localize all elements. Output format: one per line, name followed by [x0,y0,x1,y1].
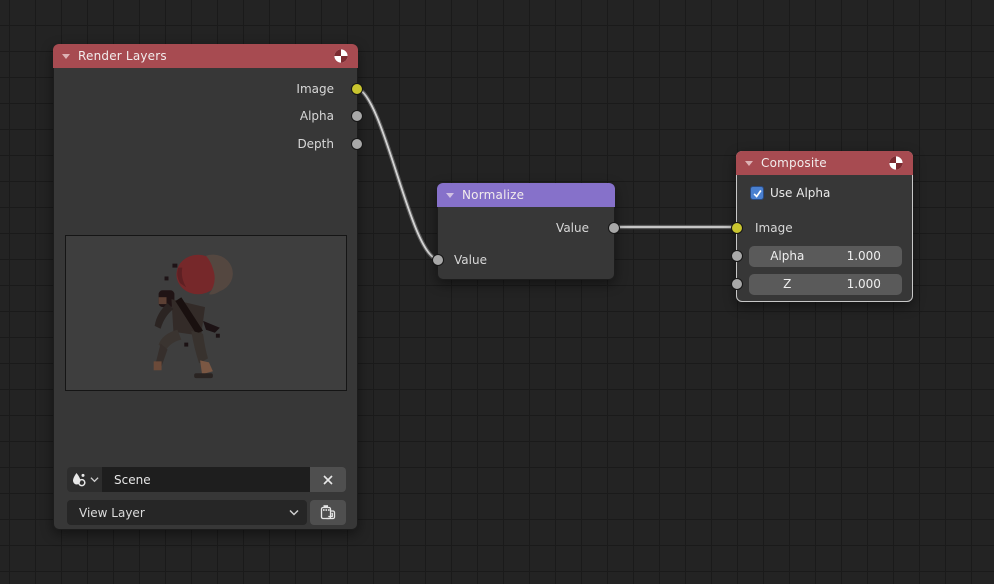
socket-alpha-output[interactable] [351,110,363,122]
node-normalize[interactable]: Normalize Value Value [437,183,615,280]
view-layer-dropdown[interactable]: View Layer [67,500,307,525]
node-editor-canvas[interactable]: Render Layers Image Alpha Depth [0,0,994,584]
scene-icon [71,472,88,488]
close-icon [322,474,334,486]
alpha-field-label: Alpha [749,246,826,267]
view-layer-new-button[interactable] [310,500,346,525]
collapse-arrow-icon[interactable] [62,54,70,59]
node-header-normalize[interactable]: Normalize [437,183,615,207]
socket-depth-output[interactable] [351,138,363,150]
output-label-alpha: Alpha [300,106,334,126]
socket-image-output[interactable] [351,83,363,95]
collapse-arrow-icon[interactable] [446,193,454,198]
use-alpha-checkbox[interactable] [750,186,764,200]
socket-value-input[interactable] [432,254,444,266]
socket-value-output[interactable] [608,222,620,234]
node-title: Normalize [462,188,606,202]
use-alpha-label: Use Alpha [770,183,830,203]
socket-z-input[interactable] [731,278,743,290]
link-render-image-to-normalize-value[interactable] [357,88,436,259]
z-value-field[interactable]: Z 1.000 [749,274,902,295]
output-label-image: Image [296,79,334,99]
node-title: Render Layers [78,49,325,63]
alpha-field-value: 1.000 [826,246,903,267]
checkmark-icon [752,188,763,199]
alpha-value-field[interactable]: Alpha 1.000 [749,246,902,267]
render-result-icon [333,48,349,64]
render-result-icon [888,155,904,171]
view-layer-stack-icon [319,504,337,521]
socket-image-input[interactable] [731,222,743,234]
render-preview-image [66,236,346,390]
socket-alpha-input[interactable] [731,250,743,262]
z-field-label: Z [749,274,826,295]
scene-name: Scene [102,473,151,487]
output-label-value: Value [556,218,589,238]
chevron-down-icon [289,509,299,516]
z-field-value: 1.000 [826,274,903,295]
node-header-render-layers[interactable]: Render Layers [53,44,358,68]
collapse-arrow-icon[interactable] [745,161,753,166]
input-label-value: Value [454,250,487,270]
node-header-composite[interactable]: Composite [736,151,913,175]
view-layer-value: View Layer [67,506,289,520]
scene-datablock-button[interactable] [67,467,102,492]
node-composite[interactable]: Composite Use Alpha Image Alpha 1.000 Z … [736,151,913,302]
output-label-depth: Depth [297,134,334,154]
chevron-down-icon [90,476,99,483]
render-preview-frame [65,235,347,391]
scene-unlink-button[interactable] [310,467,346,492]
node-title: Composite [761,156,880,170]
scene-name-field[interactable]: Scene [102,467,310,492]
input-label-image: Image [755,218,793,238]
node-render-layers[interactable]: Render Layers Image Alpha Depth [53,44,358,530]
